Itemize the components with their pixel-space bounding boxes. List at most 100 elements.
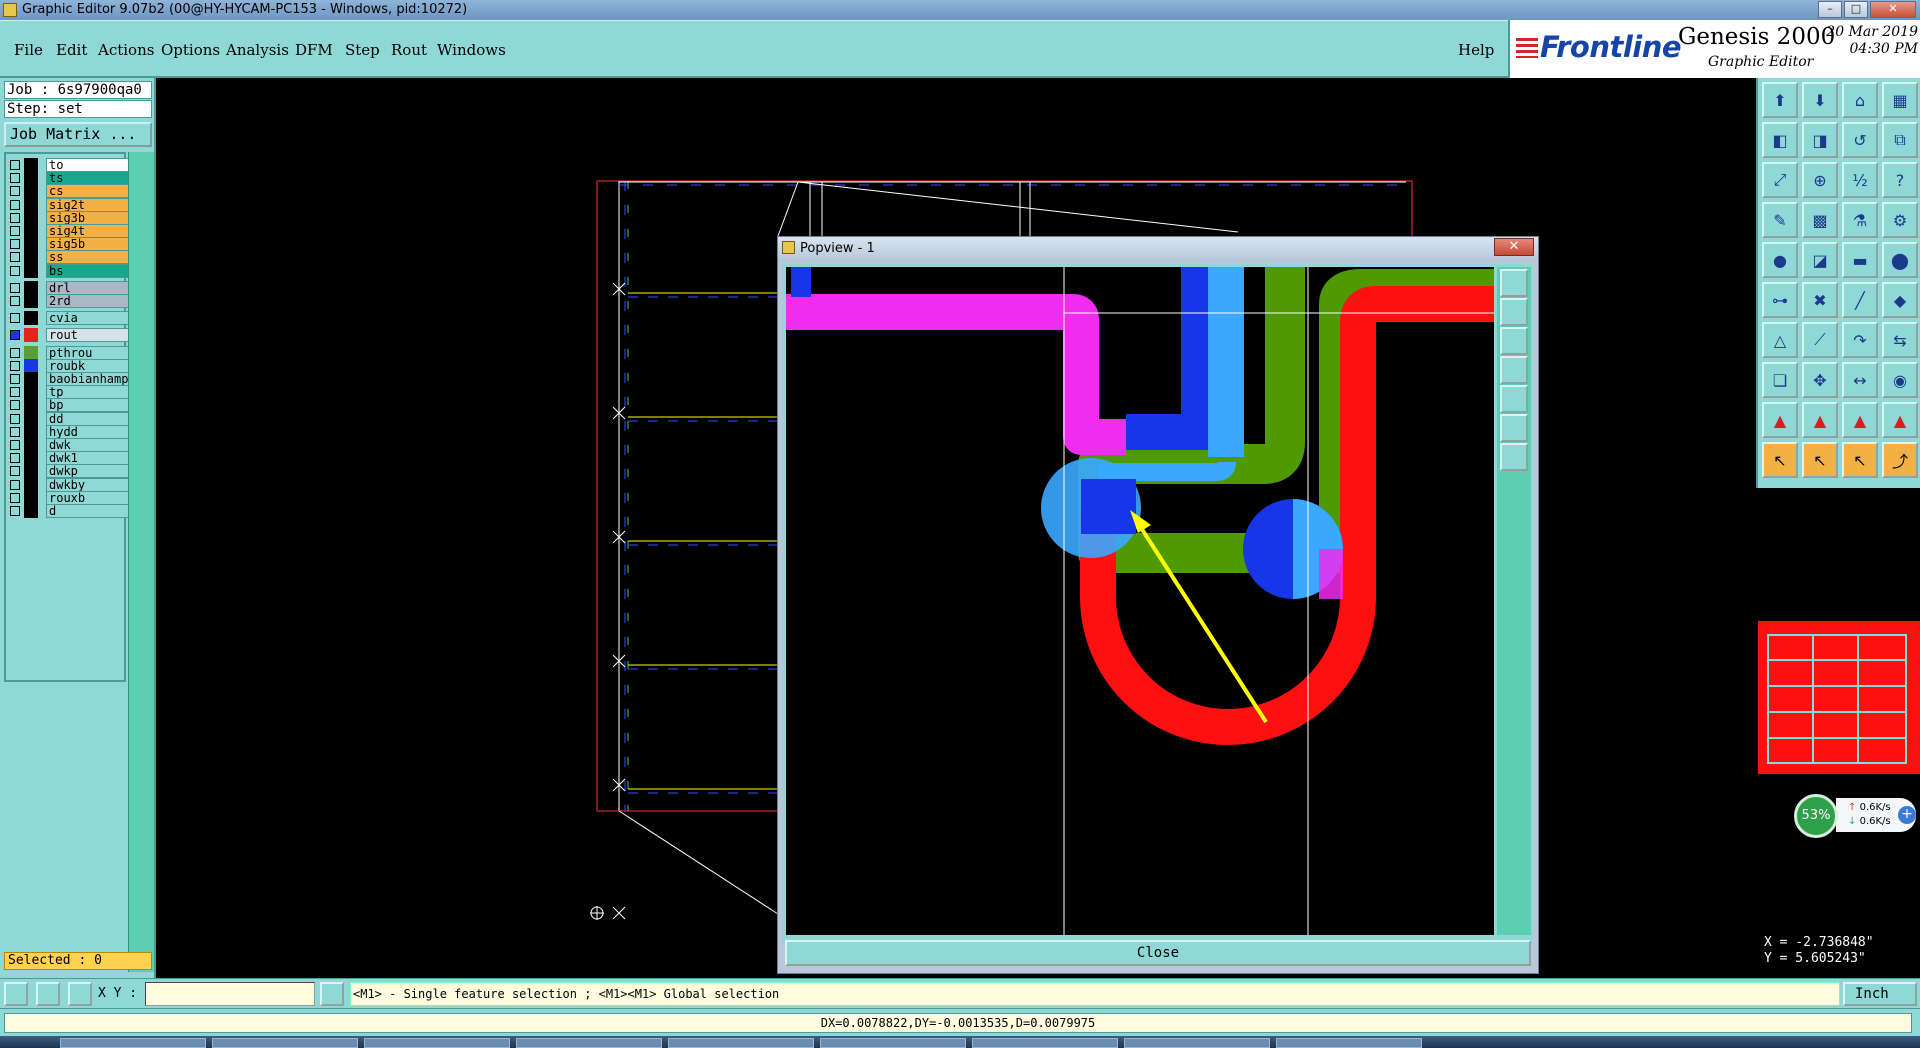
grid-tool-icon[interactable] — [68, 982, 92, 1006]
select-pointer-icon[interactable]: ↖ — [1842, 442, 1878, 478]
layer-row-dd[interactable]: dd — [10, 411, 130, 426]
layer-name[interactable]: bp — [46, 398, 130, 413]
menu-rout[interactable]: Rout — [391, 41, 427, 59]
layer-color-swatch[interactable] — [24, 210, 38, 225]
layer-color-swatch[interactable] — [24, 438, 38, 452]
layer-row-pthrou[interactable]: pthrou — [10, 345, 130, 360]
zoom-area-icon[interactable]: ⊕ — [1802, 162, 1838, 198]
menu-edit[interactable]: Edit — [56, 41, 87, 59]
filter-icon[interactable]: ⚗ — [1842, 202, 1878, 238]
layer-color-swatch[interactable] — [24, 184, 38, 199]
layer-name[interactable]: dwkp — [46, 464, 130, 479]
layer-name[interactable]: baobianhampa — [46, 372, 130, 386]
layer-row-roubk[interactable]: roubk — [10, 358, 130, 373]
layer-row-sig5b[interactable]: sig5b — [10, 237, 130, 252]
layer-checkbox[interactable] — [10, 173, 20, 184]
polygon-icon[interactable]: ◪ — [1802, 242, 1838, 278]
layer-color-swatch[interactable] — [24, 311, 38, 326]
layer-name[interactable]: drl — [46, 280, 130, 295]
align-icon[interactable]: ⇆ — [1882, 322, 1918, 358]
popview-titlebar[interactable]: Popview - 1 ✕ — [778, 237, 1538, 259]
taskbar-item[interactable] — [364, 1038, 510, 1048]
layer-color-swatch[interactable] — [24, 490, 38, 505]
layer-color-swatch[interactable] — [24, 451, 38, 466]
layer-checkbox[interactable] — [10, 492, 20, 503]
layer-checkbox[interactable] — [10, 186, 20, 197]
xy-input[interactable] — [145, 982, 315, 1006]
layer-color-swatch[interactable] — [24, 280, 38, 295]
layer-name[interactable]: ts — [46, 171, 130, 186]
measure-tool-icon[interactable] — [4, 982, 28, 1006]
layer-row-dwk[interactable]: dwk — [10, 438, 130, 452]
layer-name[interactable]: to — [46, 158, 130, 172]
taskbar-item[interactable] — [668, 1038, 814, 1048]
layer-checkbox[interactable] — [10, 400, 20, 411]
distance-icon[interactable]: ↔ — [1842, 362, 1878, 398]
menu-help[interactable]: Help — [1458, 41, 1494, 59]
taskbar-item[interactable] — [820, 1038, 966, 1048]
layer-row-ts[interactable]: ts — [10, 171, 130, 186]
snap-icon[interactable]: ⧉ — [1882, 122, 1918, 158]
layer-checkbox[interactable] — [10, 282, 20, 293]
layer-checkbox[interactable] — [10, 374, 20, 384]
snap-tool-icon[interactable] — [36, 982, 60, 1006]
popview-download-icon[interactable] — [1500, 327, 1528, 355]
layer-checkbox[interactable] — [10, 330, 20, 341]
layer-color-swatch[interactable] — [24, 328, 38, 343]
layer-color-swatch[interactable] — [24, 197, 38, 212]
popview-zoom-in-icon[interactable] — [1500, 269, 1528, 297]
menu-dfm[interactable]: DFM — [295, 41, 333, 59]
layer-row-cs[interactable]: cs — [10, 184, 130, 199]
layer-checkbox[interactable] — [10, 479, 20, 490]
delete-node-icon[interactable]: ✖ — [1802, 282, 1838, 318]
menu-actions[interactable]: Actions — [98, 41, 154, 59]
layer-checkbox[interactable] — [10, 453, 20, 464]
layer-row-drl[interactable]: drl — [10, 280, 130, 295]
layer-row-dwkby[interactable]: dwkby — [10, 477, 130, 492]
surface-icon[interactable]: ◆ — [1882, 282, 1918, 318]
measure-icon[interactable]: ✎ — [1762, 202, 1798, 238]
layer-checkbox[interactable] — [10, 212, 20, 223]
layer-name[interactable]: pthrou — [46, 345, 130, 360]
step-open-icon[interactable]: ⬆ — [1762, 82, 1798, 118]
minimize-button[interactable]: – — [1818, 1, 1842, 18]
layer-name[interactable]: sig2t — [46, 197, 130, 212]
layer-row-cvia[interactable]: cvia — [10, 311, 130, 326]
route-icon[interactable]: ⤴ — [1882, 442, 1918, 478]
layer-color-swatch[interactable] — [24, 294, 38, 308]
layer-name[interactable]: hydd — [46, 424, 130, 439]
layer-checkbox[interactable] — [10, 252, 20, 263]
layer-color-swatch[interactable] — [24, 504, 38, 518]
boost-plus-icon[interactable]: + — [1898, 806, 1916, 824]
layer-row-bp[interactable]: bp — [10, 398, 130, 413]
connect-icon[interactable]: ⊶ — [1762, 282, 1798, 318]
select-single-icon[interactable]: ↖ — [1802, 442, 1838, 478]
layer-checkbox[interactable] — [10, 296, 20, 306]
layer-row-tp[interactable]: tp — [10, 385, 130, 400]
info-icon[interactable] — [320, 982, 344, 1006]
layer-row-sig2t[interactable]: sig2t — [10, 197, 130, 212]
popview-close-button[interactable]: Close — [785, 940, 1531, 966]
taskbar-item[interactable] — [60, 1038, 206, 1048]
drill-icon[interactable]: ◉ — [1882, 362, 1918, 398]
layer-name[interactable]: cvia — [46, 311, 130, 326]
popview-canvas[interactable] — [786, 267, 1494, 935]
layer-color-swatch[interactable] — [24, 171, 38, 186]
layer-checkbox[interactable] — [10, 313, 20, 324]
layer-name[interactable]: dwk — [46, 438, 130, 452]
step-save-icon[interactable]: ⬇ — [1802, 82, 1838, 118]
layer-row-dwk1[interactable]: dwk1 — [10, 451, 130, 466]
copy-icon[interactable]: ❏ — [1762, 362, 1798, 398]
home-icon[interactable]: ⌂ — [1842, 82, 1878, 118]
pad-add-icon[interactable]: ● — [1762, 242, 1798, 278]
arc-add-icon[interactable]: △ — [1762, 322, 1798, 358]
layer-row-sig4t[interactable]: sig4t — [10, 224, 130, 238]
layer-name[interactable]: dd — [46, 411, 130, 426]
triangle-c-icon[interactable]: ▲ — [1882, 402, 1918, 438]
rotate-icon[interactable]: ↺ — [1842, 122, 1878, 158]
ruler-icon[interactable]: ▬ — [1842, 242, 1878, 278]
layer-color-swatch[interactable] — [24, 411, 38, 426]
layer-row-rout[interactable]: rout — [10, 328, 130, 343]
maximize-button[interactable]: □ — [1844, 1, 1868, 18]
layer-checkbox[interactable] — [10, 239, 20, 250]
